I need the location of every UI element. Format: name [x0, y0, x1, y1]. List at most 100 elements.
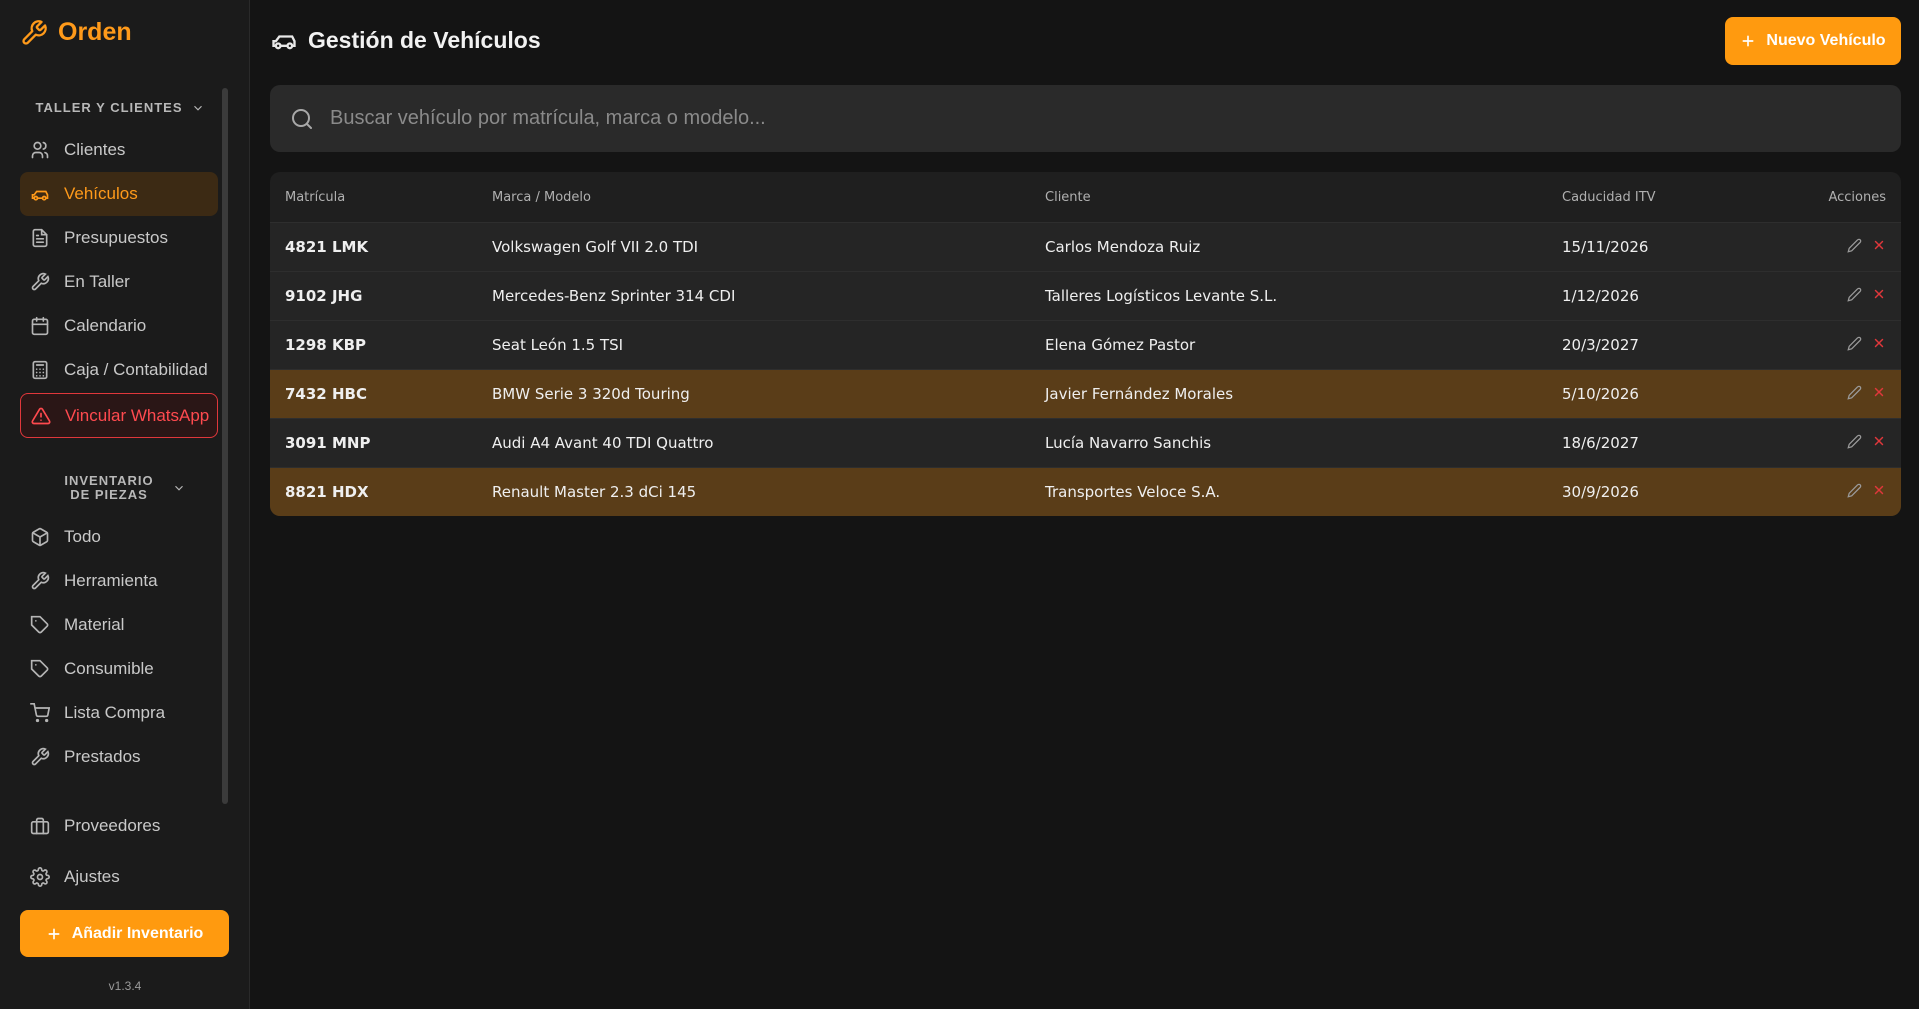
add-inventory-button[interactable]: Añadir Inventario [20, 910, 229, 957]
search-input[interactable] [330, 107, 1890, 130]
edit-button[interactable] [1847, 336, 1862, 355]
page-title-text: Gestión de Vehículos [308, 26, 541, 53]
edit-button[interactable] [1847, 434, 1862, 453]
sidebar-item-label: Consumible [64, 659, 154, 678]
table-row[interactable]: 4821 LMK Volkswagen Golf VII 2.0 TDI Car… [270, 222, 1901, 271]
pencil-icon [1847, 238, 1862, 253]
close-icon [1874, 387, 1884, 397]
table-row[interactable]: 7432 HBC BMW Serie 3 320d Touring Javier… [270, 369, 1901, 418]
wrench-icon [31, 747, 50, 766]
add-inventory-label: Añadir Inventario [71, 924, 204, 942]
column-header-cliente[interactable]: Cliente [1045, 190, 1562, 205]
sidebar-item-caja[interactable]: Caja / Contabilidad [20, 348, 218, 392]
vehicles-table: Matrícula Marca / Modelo Cliente Caducid… [270, 172, 1901, 516]
plate-cell: 3091 MNP [285, 434, 371, 452]
actions-cell [1802, 385, 1901, 404]
brand-logo[interactable]: Orden [20, 18, 132, 47]
search-bar[interactable] [270, 85, 1901, 152]
model-cell: Mercedes-Benz Sprinter 314 CDI [492, 287, 736, 305]
client-cell: Elena Gómez Pastor [1045, 336, 1196, 354]
box-icon [31, 527, 49, 547]
sidebar-item-clientes[interactable]: Clientes [20, 128, 218, 172]
sidebar-item-presupuestos[interactable]: Presupuestos [20, 216, 218, 260]
model-cell: Renault Master 2.3 dCi 145 [492, 483, 697, 501]
edit-button[interactable] [1847, 287, 1862, 306]
edit-button[interactable] [1847, 238, 1862, 257]
sidebar-item-vincular-whatsapp[interactable]: Vincular WhatsApp [20, 393, 218, 438]
delete-button[interactable] [1872, 336, 1886, 354]
delete-button[interactable] [1872, 287, 1886, 305]
sidebar-item-material[interactable]: Material [20, 603, 218, 647]
column-header-itv[interactable]: Caducidad ITV [1562, 190, 1802, 205]
column-header-matricula[interactable]: Matrícula [270, 190, 492, 205]
table-row[interactable]: 3091 MNP Audi A4 Avant 40 TDI Quattro Lu… [270, 418, 1901, 467]
model-cell: Seat León 1.5 TSI [492, 336, 624, 354]
itv-cell: 5/10/2026 [1562, 385, 1639, 403]
tag-icon [30, 615, 49, 634]
section-title: TALLER Y CLIENTES [35, 100, 183, 115]
itv-cell: 20/3/2027 [1562, 336, 1639, 354]
app-name: Orden [58, 18, 132, 46]
delete-button[interactable] [1872, 434, 1886, 452]
pencil-icon [1847, 336, 1862, 351]
plate-cell: 4821 LMK [285, 238, 369, 256]
sidebar: Orden TALLER Y CLIENTES Clientes Vehícul… [0, 0, 250, 1009]
delete-button[interactable] [1872, 238, 1886, 256]
briefcase-icon [30, 817, 50, 835]
sidebar-item-label: Presupuestos [64, 228, 168, 247]
edit-button[interactable] [1847, 385, 1862, 404]
sidebar-item-label: Clientes [64, 140, 126, 159]
plate-cell: 8821 HDX [285, 483, 369, 501]
column-header-marca-modelo[interactable]: Marca / Modelo [492, 190, 1045, 205]
sidebar-item-consumible[interactable]: Consumible [20, 647, 218, 691]
sidebar-item-lista-compra[interactable]: Lista Compra [20, 691, 218, 735]
page-title: Gestión de Vehículos [270, 26, 541, 54]
warning-icon [31, 407, 51, 424]
chevron-down-icon [193, 105, 202, 111]
sidebar-item-label: Ajustes [64, 867, 120, 886]
sidebar-item-proveedores[interactable]: Proveedores [20, 804, 218, 848]
delete-button[interactable] [1872, 385, 1886, 403]
plus-icon [48, 928, 60, 939]
edit-button[interactable] [1847, 483, 1862, 502]
table-row[interactable]: 1298 KBP Seat León 1.5 TSI Elena Gómez P… [270, 320, 1901, 369]
model-cell: BMW Serie 3 320d Touring [492, 385, 690, 403]
actions-cell [1802, 287, 1901, 306]
sidebar-item-calendario[interactable]: Calendario [20, 304, 218, 348]
sidebar-item-label: En Taller [64, 272, 130, 291]
sidebar-item-herramienta[interactable]: Herramienta [20, 559, 218, 603]
client-cell: Javier Fernández Morales [1045, 385, 1234, 403]
users-icon [31, 141, 49, 159]
wrench-icon [31, 272, 50, 291]
delete-button[interactable] [1872, 483, 1886, 501]
sidebar-item-vehiculos[interactable]: Vehículos [20, 172, 218, 216]
actions-cell [1802, 434, 1901, 453]
wrench-icon [22, 19, 47, 45]
table-row[interactable]: 8821 HDX Renault Master 2.3 dCi 145 Tran… [270, 467, 1901, 516]
sidebar-item-todo[interactable]: Todo [20, 515, 218, 559]
sidebar-item-label: Vehículos [64, 184, 138, 203]
itv-cell: 1/12/2026 [1562, 287, 1639, 305]
table-row[interactable]: 9102 JHG Mercedes-Benz Sprinter 314 CDI … [270, 271, 1901, 320]
sidebar-item-prestados[interactable]: Prestados [20, 735, 218, 779]
close-icon [1874, 485, 1884, 495]
client-cell: Talleres Logísticos Levante S.L. [1045, 287, 1278, 305]
document-icon [32, 228, 48, 248]
table-header: Matrícula Marca / Modelo Cliente Caducid… [270, 172, 1901, 222]
sidebar-item-label: Lista Compra [64, 703, 166, 722]
new-vehicle-button[interactable]: Nuevo Vehículo [1725, 17, 1901, 65]
sidebar-item-label: Todo [64, 527, 101, 546]
app-version: v1.3.4 [108, 979, 142, 993]
sidebar-item-label: Prestados [64, 747, 141, 766]
sidebar-item-en-taller[interactable]: En Taller [20, 260, 218, 304]
car-icon [31, 190, 49, 201]
model-cell: Volkswagen Golf VII 2.0 TDI [492, 238, 699, 256]
sidebar-item-ajustes[interactable]: Ajustes [20, 855, 218, 899]
section-header-inventario[interactable]: INVENTARIO DE PIEZAS [20, 474, 220, 502]
section-header-taller[interactable]: TALLER Y CLIENTES [20, 101, 220, 115]
client-cell: Carlos Mendoza Ruiz [1045, 238, 1201, 256]
sidebar-scrollbar[interactable] [222, 88, 228, 804]
sidebar-item-label: Caja / Contabilidad [64, 360, 208, 379]
itv-cell: 18/6/2027 [1562, 434, 1639, 452]
client-cell: Lucía Navarro Sanchis [1045, 434, 1212, 452]
